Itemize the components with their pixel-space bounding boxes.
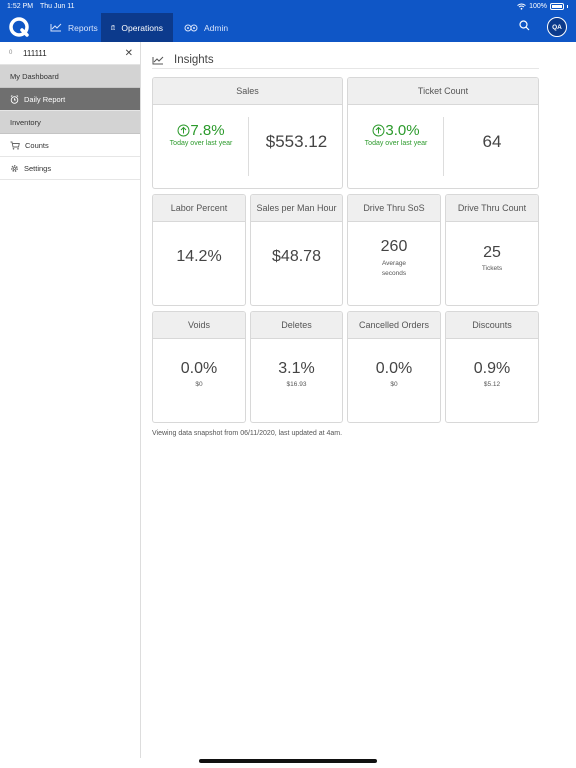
card-title: Sales (153, 78, 342, 105)
ticket-change-value: 3.0% (385, 122, 420, 139)
discounts-value: 0.9% (473, 360, 511, 377)
card-title: Deletes (251, 312, 342, 339)
card-title: Sales per Man Hour (251, 195, 342, 222)
sidebar-group-label: Inventory (10, 117, 41, 127)
store-index: 0 (9, 50, 13, 56)
status-date: Thu Jun 11 (40, 3, 75, 10)
card-title: Voids (153, 312, 245, 339)
search-icon[interactable] (519, 20, 530, 31)
ticket-count-value: 64 (482, 132, 502, 151)
sales-change-label: Today over last year (169, 140, 233, 147)
deletes-amount: $16.93 (286, 381, 307, 388)
nav-admin-label: Admin (204, 22, 229, 33)
voids-card[interactable]: Voids 0.0% $0 (152, 311, 246, 423)
sidebar-item-label: Settings (24, 163, 52, 173)
cancelled-orders-value: 0.0% (375, 360, 413, 377)
sales-change: 7.8% Today over last year (159, 122, 243, 149)
cancelled-orders-amount: $0 (390, 381, 398, 388)
card-title: Discounts (446, 312, 538, 339)
deletes-value: 3.1% (278, 360, 315, 377)
sidebar-group-my-dashboard[interactable]: My Dashboard (0, 65, 140, 88)
gear-icon (11, 164, 18, 172)
store-selector[interactable]: 0 111111 ✕ (0, 42, 140, 65)
home-indicator[interactable] (199, 759, 377, 763)
deletes-card[interactable]: Deletes 3.1% $16.93 (250, 311, 343, 423)
cancelled-orders-card[interactable]: Cancelled Orders 0.0% $0 (347, 311, 441, 423)
chart-line-icon (50, 23, 62, 32)
card-title: Drive Thru SoS (348, 195, 440, 222)
status-right: 100% (517, 3, 568, 10)
card-title: Ticket Count (348, 78, 538, 105)
chart-line-icon (152, 56, 164, 64)
nav-operations[interactable]: Operations (101, 13, 173, 42)
drive-thru-sos-card[interactable]: Drive Thru SoS 260 Average seconds (347, 194, 441, 306)
ticket-change: 3.0% Today over last year (354, 122, 438, 149)
app-logo-icon[interactable] (8, 16, 30, 38)
drive-thru-sos-unit: Average seconds (381, 260, 407, 277)
sidebar-group-label: My Dashboard (10, 71, 59, 81)
sales-change-value: 7.8% (190, 122, 225, 139)
card-title: Cancelled Orders (348, 312, 440, 339)
nav-reports[interactable]: Reports (40, 13, 108, 42)
drive-thru-count-unit: Tickets (481, 265, 503, 272)
ticket-count-card[interactable]: Ticket Count 3.0% Today over last year 6… (347, 77, 539, 189)
sidebar-item-counts[interactable]: Counts (0, 134, 140, 157)
discounts-card[interactable]: Discounts 0.9% $5.12 (445, 311, 539, 423)
insights-header: Insights (152, 52, 539, 69)
sidebar: 0 111111 ✕ My Dashboard Daily Report Inv… (0, 42, 141, 758)
labor-percent-value: 14.2% (176, 248, 222, 265)
nav-admin[interactable]: Admin (174, 13, 238, 42)
sales-value: $553.12 (265, 132, 328, 151)
voids-amount: $0 (195, 381, 203, 388)
alarm-clock-icon (10, 94, 19, 104)
arrow-up-circle-icon (177, 124, 190, 137)
sidebar-item-daily-report[interactable]: Daily Report (0, 88, 140, 111)
user-avatar[interactable]: QA (547, 17, 567, 37)
labor-percent-card[interactable]: Labor Percent 14.2% (152, 194, 246, 306)
sales-card[interactable]: Sales 7.8% Today over last year $553.12 (152, 77, 343, 189)
top-nav-bar: 1:52 PM Thu Jun 11 100% Reports Operatio… (0, 0, 576, 42)
card-title: Drive Thru Count (446, 195, 538, 222)
sidebar-item-label: Daily Report (24, 94, 66, 104)
drive-thru-count-value: 25 (483, 244, 501, 261)
admin-cog-icon (184, 24, 198, 31)
wifi-icon (517, 3, 526, 10)
sidebar-group-inventory[interactable]: Inventory (0, 111, 140, 134)
drive-thru-sos-value: 260 (380, 238, 408, 255)
status-bar: 1:52 PM Thu Jun 11 100% (0, 0, 576, 13)
battery-icon (550, 3, 564, 10)
nav-reports-label: Reports (68, 22, 98, 33)
nav-operations-label: Operations (121, 22, 163, 33)
store-id: 111111 (23, 48, 47, 58)
discounts-amount: $5.12 (483, 381, 501, 388)
sales-per-man-hour-card[interactable]: Sales per Man Hour $48.78 (250, 194, 343, 306)
card-title: Labor Percent (153, 195, 245, 222)
ticket-change-label: Today over last year (364, 140, 428, 147)
sidebar-item-settings[interactable]: Settings (0, 157, 140, 180)
snapshot-note: Viewing data snapshot from 06/11/2020, l… (152, 430, 343, 437)
arrow-up-circle-icon (372, 124, 385, 137)
clipboard-icon (111, 25, 116, 30)
sales-per-man-hour-value: $48.78 (272, 248, 321, 265)
close-icon[interactable]: ✕ (125, 48, 133, 59)
status-time: 1:52 PM (7, 3, 34, 10)
voids-value: 0.0% (180, 360, 218, 377)
drive-thru-count-card[interactable]: Drive Thru Count 25 Tickets (445, 194, 539, 306)
sidebar-item-label: Counts (25, 140, 49, 150)
battery-percent: 100% (529, 3, 547, 10)
page-title: Insights (174, 54, 214, 66)
cart-icon (10, 141, 20, 150)
